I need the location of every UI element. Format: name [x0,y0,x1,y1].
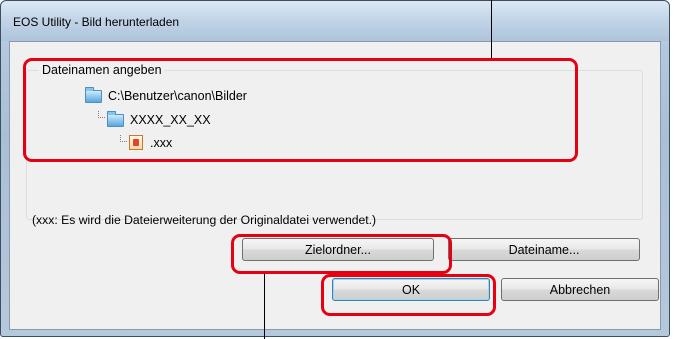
dialog-client-area: Dateinamen angeben C:\Benutzer\canon\Bil… [9,41,661,330]
leader-line-bottom [264,274,265,339]
tree-item-root-folder: C:\Benutzer\canon\Bilder [85,86,247,103]
folder-icon [85,86,102,103]
tree-connector [98,111,105,118]
title-bar[interactable]: EOS Utility - Bild herunterladen [1,1,669,41]
folder-icon [107,110,124,127]
ok-button[interactable]: OK [332,278,490,301]
tree-item-file: .xxx [129,135,172,150]
file-name-button[interactable]: Dateiname... [448,238,640,261]
root-folder-path: C:\Benutzer\canon\Bilder [108,89,247,103]
leader-line-top [491,0,492,58]
tree-connector [120,135,127,142]
window-title: EOS Utility - Bild herunterladen [13,15,180,29]
date-folder-name: XXXX_XX_XX [130,113,211,127]
extension-note: (xxx: Es wird die Dateierweiterung der O… [32,213,377,227]
cancel-button[interactable]: Abbrechen [501,278,659,301]
target-folder-button[interactable]: Zielordner... [242,238,434,261]
file-extension: .xxx [150,135,173,150]
file-name-groupbox: Dateinamen angeben C:\Benutzer\canon\Bil… [26,63,643,220]
tree-item-date-folder: XXXX_XX_XX [107,110,211,127]
groupbox-label: Dateinamen angeben [39,63,165,77]
dialog-window: EOS Utility - Bild herunterladen Dateina… [0,0,670,337]
image-file-icon [129,135,143,150]
